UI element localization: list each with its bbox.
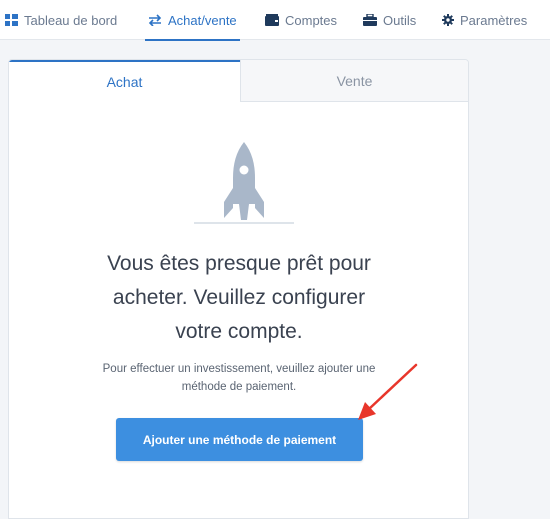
nav-item-buy-sell[interactable]: Achat/vente [145, 0, 240, 41]
rocket-icon [189, 140, 299, 225]
headline-line: votre compte. [175, 320, 303, 343]
wallet-icon [265, 14, 279, 26]
nav-item-label: Tableau de bord [24, 12, 118, 28]
nav-item-label: Paramètres [460, 12, 528, 28]
buy-sell-tabs: Achat Vente [9, 60, 468, 102]
dashboard-icon [5, 14, 18, 26]
empty-state-headline: Vous êtes presque prêt pour acheter. Veu… [69, 247, 409, 349]
nav-item-settings[interactable]: Paramètres [442, 0, 527, 40]
tab-sell[interactable]: Vente [240, 60, 468, 102]
briefcase-icon [363, 14, 377, 26]
annotation-arrow-icon [358, 363, 418, 420]
nav-item-label: Comptes [285, 12, 338, 28]
nav-item-accounts[interactable]: Comptes [265, 0, 337, 40]
swap-icon [148, 14, 162, 26]
nav-item-label: Outils [383, 12, 417, 28]
top-navigation: Tableau de bord Achat/vente Comptes Outi… [0, 0, 550, 41]
nav-item-dashboard[interactable]: Tableau de bord [5, 0, 117, 40]
headline-line: Vous êtes presque prêt pour [107, 252, 371, 275]
add-payment-method-button[interactable]: Ajouter une méthode de paiement [116, 418, 363, 461]
buy-sell-panel: Achat Vente Vous êtes presque prêt pour … [8, 59, 469, 519]
gear-icon [442, 14, 454, 26]
tab-buy[interactable]: Achat [9, 60, 240, 102]
nav-item-tools[interactable]: Outils [363, 0, 416, 40]
headline-line: acheter. Veuillez configurer [112, 286, 366, 309]
nav-item-label: Achat/vente [168, 12, 237, 28]
